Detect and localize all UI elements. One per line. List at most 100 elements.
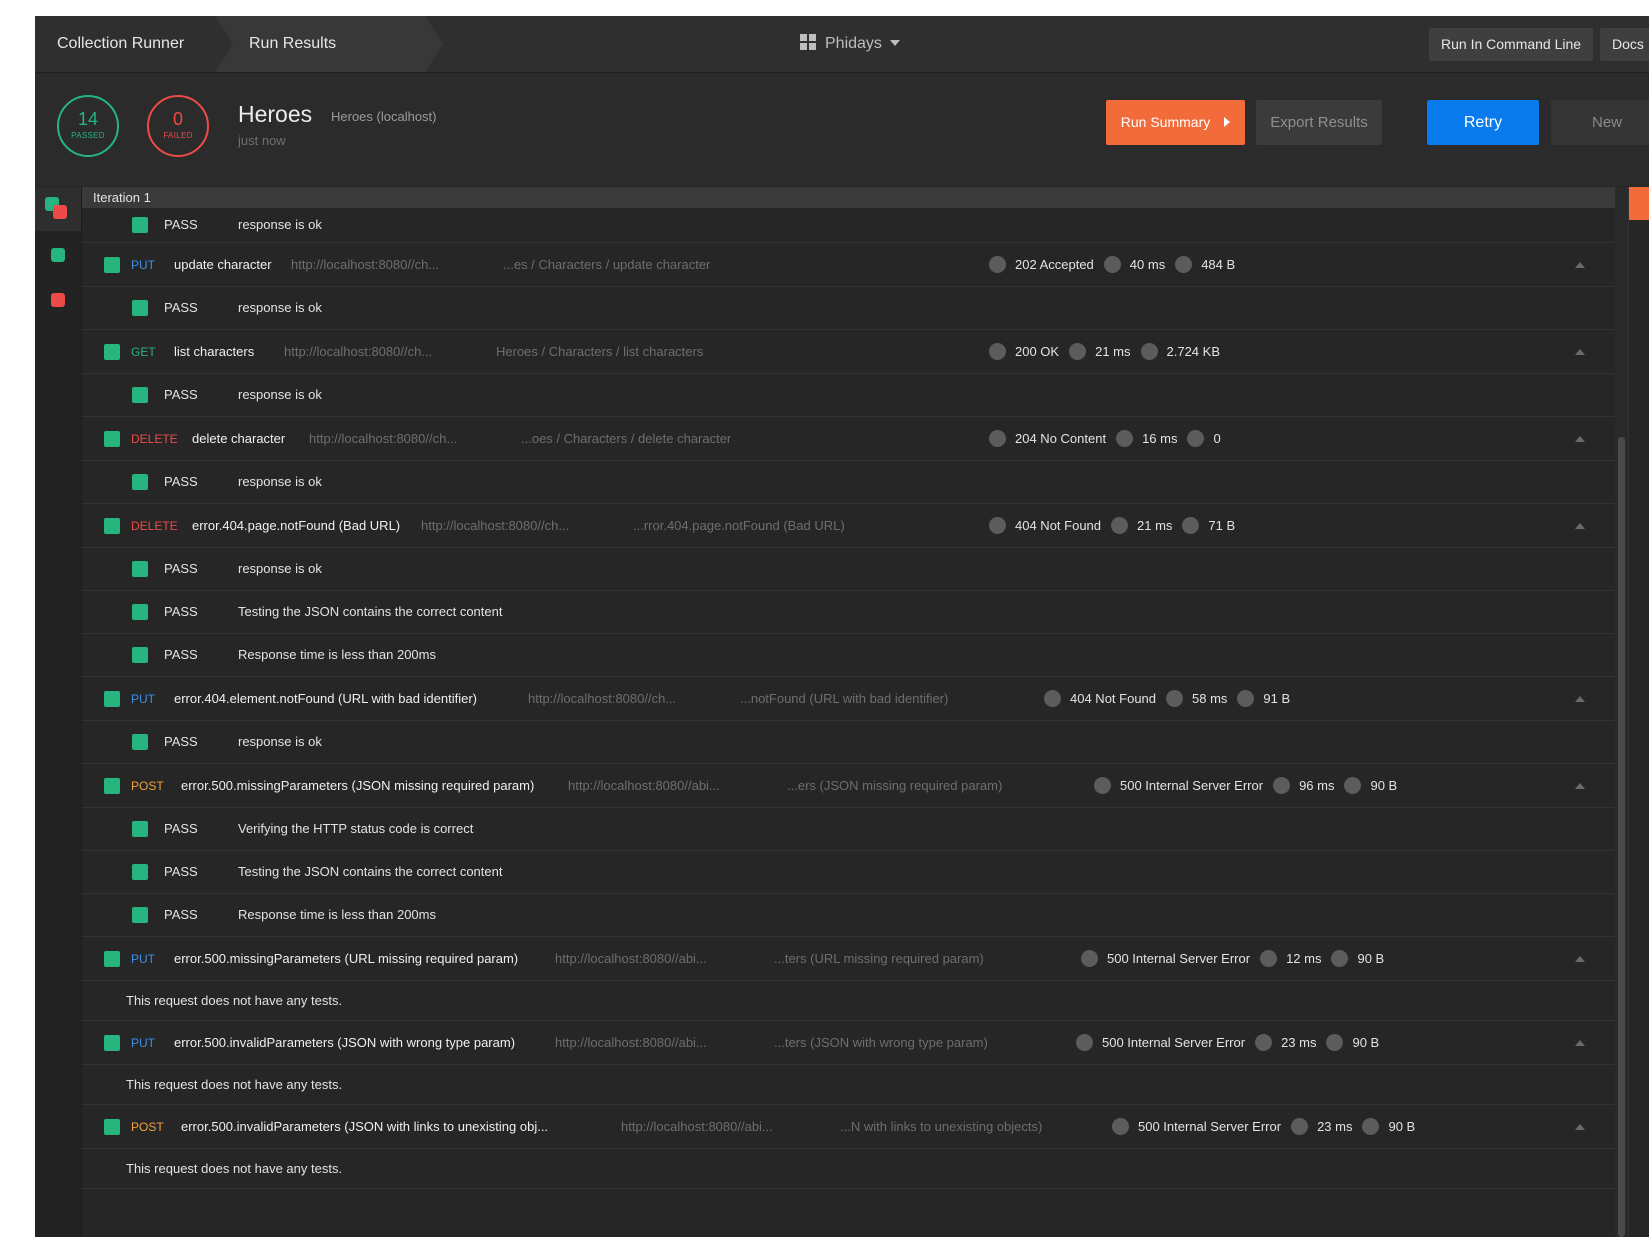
chevron-up-icon[interactable] <box>1575 522 1585 529</box>
request-status-icon <box>104 343 120 360</box>
request-status-icon <box>104 1118 120 1135</box>
chevron-up-icon[interactable] <box>1575 261 1585 268</box>
response-size-icon <box>1140 342 1158 360</box>
request-name[interactable]: error.500.missingParameters (JSON missin… <box>181 778 534 794</box>
request-url: http://localhost:8080//abi... <box>555 950 707 966</box>
export-results-button[interactable]: Export Results <box>1256 100 1382 145</box>
workspace-selector[interactable]: Phidays <box>800 16 900 72</box>
test-status: PASS <box>164 604 198 619</box>
run-summary-button[interactable]: Run Summary <box>1106 100 1245 145</box>
filter-failed-button[interactable] <box>51 293 65 307</box>
chevron-up-icon[interactable] <box>1575 1039 1585 1046</box>
request-row[interactable]: POST error.500.missingParameters (JSON mi… <box>82 764 1615 808</box>
passed-label: PASSED <box>71 131 105 140</box>
pass-status-icon <box>132 864 148 880</box>
run-in-command-line-button[interactable]: Run In Command Line <box>1429 28 1594 61</box>
response-size-icon <box>1175 255 1193 273</box>
request-row[interactable]: PUT update character http://localhost:8080… <box>82 243 1615 287</box>
response-size-icon <box>1344 776 1362 794</box>
request-name[interactable]: error.500.missingParameters (URL missing… <box>174 951 518 967</box>
chevron-up-icon[interactable] <box>1575 955 1585 962</box>
response-size-icon <box>1237 689 1255 707</box>
request-name[interactable]: update character <box>174 257 272 273</box>
response-stats: 500 Internal Server Error 96 ms 90 B <box>1094 776 1407 795</box>
response-size: 90 B <box>1370 777 1398 793</box>
test-result-row: PASS Response time is less than 200ms <box>82 634 1615 677</box>
run-time: just now <box>238 133 286 148</box>
breadcrumb-run-results[interactable]: Run Results <box>215 16 425 72</box>
test-name: response is ok <box>238 561 322 576</box>
chevron-up-icon[interactable] <box>1575 695 1585 702</box>
response-time: 21 ms <box>1137 517 1173 533</box>
request-url: http://localhost:8080//abi... <box>568 777 720 793</box>
pass-status-icon <box>132 474 148 490</box>
test-status: PASS <box>164 734 198 749</box>
test-status: PASS <box>164 907 198 922</box>
breadcrumb-separator <box>425 16 443 72</box>
request-path: Heroes / Characters / list characters <box>496 343 704 359</box>
collection-name: Heroes <box>238 101 313 127</box>
failed-count-badge: 0 FAILED <box>147 95 209 157</box>
request-name[interactable]: delete character <box>192 431 285 447</box>
request-name[interactable]: list characters <box>174 344 254 360</box>
filter-passed-button[interactable] <box>51 248 65 262</box>
docs-button[interactable]: Docs <box>1600 28 1649 61</box>
request-row[interactable]: PUT error.404.element.notFound (URL with … <box>82 677 1615 721</box>
request-name[interactable]: error.500.invalidParameters (JSON with w… <box>174 1035 515 1051</box>
request-row[interactable]: DELETE error.404.page.notFound (Bad URL) h… <box>82 504 1615 548</box>
request-path: ...rror.404.page.notFound (Bad URL) <box>633 517 845 533</box>
request-row[interactable]: PUT error.500.missingParameters (URL miss… <box>82 937 1615 981</box>
test-name: response is ok <box>238 300 322 315</box>
test-name: response is ok <box>238 474 322 489</box>
pass-status-icon <box>132 387 148 403</box>
chevron-up-icon[interactable] <box>1575 348 1585 355</box>
response-size-icon <box>1187 429 1205 447</box>
new-button[interactable]: New <box>1551 100 1649 145</box>
chevron-up-icon[interactable] <box>1575 782 1585 789</box>
request-row[interactable]: POST error.500.invalidParameters (JSON wi… <box>82 1105 1615 1149</box>
request-row[interactable]: DELETE delete character http://localhost:8… <box>82 417 1615 461</box>
results-list: Iteration 1 PASS response is ok PUT update … <box>82 187 1615 1237</box>
play-icon <box>1224 117 1231 127</box>
test-name: response is ok <box>238 217 322 232</box>
response-size-icon <box>1182 516 1200 534</box>
response-time: 23 ms <box>1317 1118 1353 1134</box>
right-panel-marker <box>1629 187 1649 220</box>
response-status: 500 Internal Server Error <box>1102 1034 1246 1050</box>
request-status-icon <box>104 430 120 447</box>
top-bar: Collection Runner Run Results Phidays Ru… <box>35 16 1649 73</box>
response-status-icon <box>1044 689 1061 707</box>
test-result-row: PASS Testing the JSON contains the correc… <box>82 851 1615 894</box>
retry-button[interactable]: Retry <box>1427 100 1539 145</box>
request-path: ...ters (URL missing required param) <box>774 950 984 966</box>
request-row[interactable]: PUT error.500.invalidParameters (JSON wit… <box>82 1021 1615 1065</box>
scrollbar-thumb[interactable] <box>1618 437 1625 1237</box>
no-tests-row: This request does not have any tests. <box>82 981 1615 1021</box>
chevron-up-icon[interactable] <box>1575 435 1585 442</box>
response-stats: 404 Not Found 21 ms 71 B <box>989 516 1245 535</box>
response-size-icon <box>1331 949 1349 967</box>
test-result-row: PASS Testing the JSON contains the correc… <box>82 591 1615 634</box>
chevron-up-icon[interactable] <box>1575 1123 1585 1130</box>
results-scrollbar[interactable] <box>1615 187 1628 1237</box>
response-stats: 200 OK 21 ms 2.724 KB <box>989 342 1230 361</box>
passed-count-badge: 14 PASSED <box>57 95 119 157</box>
pass-status-icon <box>132 734 148 750</box>
test-name: Testing the JSON contains the correct co… <box>238 864 503 879</box>
request-name[interactable]: error.404.page.notFound (Bad URL) <box>192 518 400 534</box>
filter-all-button[interactable] <box>35 187 81 231</box>
response-stats: 204 No Content 16 ms 0 <box>989 429 1231 448</box>
test-result-row: PASS response is ok <box>82 287 1615 330</box>
response-status-icon <box>1081 949 1098 967</box>
request-name[interactable]: error.404.element.notFound (URL with bad… <box>174 691 477 707</box>
response-size: 2.724 KB <box>1166 343 1221 359</box>
response-size: 0 <box>1213 430 1221 446</box>
response-time: 12 ms <box>1286 950 1322 966</box>
request-row[interactable]: GET list characters http://localhost:8080/… <box>82 330 1615 374</box>
no-tests-message: This request does not have any tests. <box>126 1160 343 1176</box>
response-status: 200 OK <box>1015 343 1060 359</box>
environment-name: Heroes (localhost) <box>331 109 437 124</box>
request-url: http://localhost:8080//abi... <box>555 1034 707 1050</box>
breadcrumb-collection-runner[interactable]: Collection Runner <box>35 16 215 72</box>
request-name[interactable]: error.500.invalidParameters (JSON with l… <box>181 1119 548 1135</box>
